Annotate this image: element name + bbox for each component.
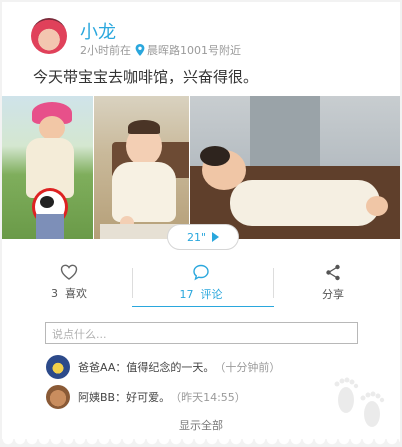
comment-bubble-icon (193, 264, 209, 281)
photo-strip (2, 96, 400, 239)
play-icon (212, 232, 220, 242)
comment-item: 爸爸AA：值得纪念的一天。 （十分钟前） (46, 355, 280, 379)
like-button[interactable]: 3 喜欢 (19, 264, 119, 301)
comment-time: （十分钟前） (214, 361, 281, 374)
like-label: 3 喜欢 (19, 285, 119, 301)
post-location[interactable]: 晨晖路1001号附近 (147, 44, 241, 57)
heart-icon (60, 264, 78, 280)
share-text: 分享 (322, 288, 344, 301)
like-text: 喜欢 (65, 287, 87, 300)
comment-tab[interactable]: 17 评论 (151, 264, 251, 302)
scalloped-edge (2, 439, 400, 447)
commenter-avatar[interactable] (46, 355, 70, 379)
comment-author[interactable]: 阿姨BB (78, 389, 115, 405)
author-avatar[interactable] (31, 18, 67, 54)
post-card: 小龙 2小时前在 晨晖路1001号附近 今天带宝宝去咖啡馆，兴奋得很。 21" … (2, 2, 400, 447)
comment-separator: ： (115, 361, 127, 374)
comment-count: 17 (179, 288, 194, 301)
comment-text: 评论 (200, 288, 223, 301)
share-button[interactable]: 分享 (283, 264, 383, 302)
comment-tab-underline (132, 306, 274, 307)
video-duration-button[interactable]: 21" (167, 224, 239, 250)
comment-separator: ： (115, 391, 127, 404)
photo-1[interactable] (2, 96, 93, 239)
show-all-link[interactable]: 显示全部 (2, 417, 400, 433)
like-count: 3 (51, 287, 58, 300)
comment-input[interactable]: 说点什么... (45, 322, 358, 344)
author-name[interactable]: 小龙 (80, 18, 116, 44)
share-icon (326, 264, 340, 281)
comment-label: 17 评论 (151, 286, 251, 302)
comment-time: （昨天14:55） (170, 391, 246, 404)
location-pin-icon (135, 44, 145, 56)
photo-3[interactable] (190, 96, 400, 239)
action-divider-1 (132, 268, 133, 298)
comment-item: 阿姨BB ：好可爱。 （昨天14:55） (46, 385, 246, 409)
action-bar: 3 喜欢 17 评论 分享 (2, 264, 400, 304)
action-divider-2 (273, 268, 274, 298)
post-meta: 2小时前在 晨晖路1001号附近 (80, 42, 241, 58)
comment-author[interactable]: 爸爸AA (78, 359, 115, 375)
comment-text: 值得纪念的一天。 (126, 361, 215, 374)
post-text: 今天带宝宝去咖啡馆，兴奋得很。 (33, 68, 259, 86)
post-time: 2小时前在 (80, 44, 131, 57)
photo-2[interactable] (94, 96, 189, 239)
commenter-avatar[interactable] (46, 385, 70, 409)
video-duration: 21" (186, 230, 207, 244)
comment-text: 好可爱。 (126, 391, 171, 404)
